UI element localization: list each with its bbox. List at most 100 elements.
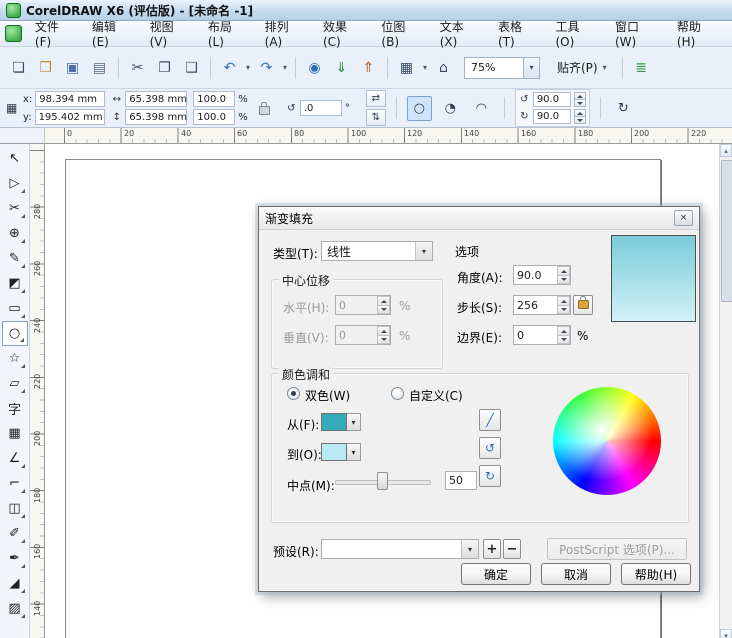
ruler-origin-corner[interactable] bbox=[0, 128, 45, 144]
menu-file[interactable]: 文件(F) bbox=[27, 15, 83, 52]
menu-layout[interactable]: 布局(L) bbox=[200, 15, 256, 52]
polygon-tool[interactable]: ☆ bbox=[2, 346, 28, 371]
start-angle-field[interactable]: 90.0 bbox=[532, 92, 571, 107]
pick-tool[interactable]: ↖ bbox=[2, 146, 28, 171]
chevron-down-icon[interactable]: ▾ bbox=[461, 540, 478, 558]
ellipse-tool[interactable]: ○ bbox=[1, 321, 28, 346]
paste-icon[interactable]: ❑ bbox=[179, 55, 204, 80]
eyedropper-tool[interactable]: ✐ bbox=[2, 521, 28, 546]
dimension-tool[interactable]: ∠ bbox=[2, 446, 28, 471]
midpoint-field[interactable]: 50 bbox=[445, 471, 477, 490]
redo-dropdown-icon[interactable]: ▾ bbox=[281, 63, 289, 72]
text-tool[interactable]: 字 bbox=[2, 396, 28, 421]
spin-down-icon[interactable] bbox=[557, 305, 570, 314]
add-preset-button[interactable]: + bbox=[483, 539, 501, 559]
menu-window[interactable]: 窗口(W) bbox=[607, 15, 668, 52]
spinner[interactable] bbox=[557, 266, 570, 284]
open-icon[interactable]: ❒ bbox=[33, 55, 58, 80]
menu-table[interactable]: 表格(T) bbox=[490, 15, 546, 52]
two-color-radio[interactable] bbox=[287, 387, 300, 400]
launcher-dropdown-icon[interactable]: ▾ bbox=[421, 63, 429, 72]
smart-fill-tool[interactable]: ◩ bbox=[2, 271, 28, 296]
to-color-picker[interactable]: ▾ bbox=[321, 443, 361, 461]
to-color-swatch[interactable] bbox=[321, 443, 347, 461]
spin-down-icon[interactable] bbox=[573, 100, 586, 107]
gradient-preview[interactable] bbox=[611, 235, 696, 322]
copy-icon[interactable]: ❐ bbox=[152, 55, 177, 80]
scrollbar-thumb[interactable] bbox=[721, 160, 732, 302]
steps-field[interactable]: 256 bbox=[513, 295, 571, 315]
chevron-down-icon[interactable]: ▾ bbox=[415, 242, 432, 260]
clockwise-path-button[interactable]: ↻ bbox=[479, 465, 501, 487]
rectangle-tool[interactable]: ▭ bbox=[2, 296, 28, 321]
spinner[interactable] bbox=[557, 326, 570, 344]
direct-path-button[interactable]: ╱ bbox=[479, 409, 501, 431]
blend-tool[interactable]: ◫ bbox=[2, 496, 28, 521]
edge-pad-field[interactable]: 0 bbox=[513, 325, 571, 345]
menu-arrange[interactable]: 排列(A) bbox=[257, 15, 314, 52]
from-color-picker[interactable]: ▾ bbox=[321, 413, 361, 431]
dialog-close-button[interactable]: × bbox=[674, 210, 693, 226]
chevron-down-icon[interactable]: ▾ bbox=[347, 413, 361, 431]
help-button[interactable]: 帮助(H) bbox=[621, 563, 691, 585]
options-icon[interactable]: ≣ bbox=[629, 55, 654, 80]
welcome-screen-icon[interactable]: ⌂ bbox=[431, 55, 456, 80]
scale-x-field[interactable]: 100.0 bbox=[193, 91, 236, 107]
pie-mode-button[interactable]: ◔ bbox=[438, 96, 463, 121]
shape-tool[interactable]: ▷ bbox=[2, 171, 28, 196]
interactive-fill-tool[interactable]: ▨ bbox=[2, 596, 28, 621]
ok-button[interactable]: 确定 bbox=[461, 563, 531, 585]
gradient-type-combo[interactable]: 线性 ▾ bbox=[321, 241, 433, 261]
new-document-icon[interactable]: ❏ bbox=[6, 55, 31, 80]
steps-lock-button[interactable] bbox=[573, 295, 593, 315]
outline-pen-tool[interactable]: ✒ bbox=[2, 546, 28, 571]
menu-edit[interactable]: 编辑(E) bbox=[84, 15, 141, 52]
slider-thumb[interactable] bbox=[377, 472, 388, 490]
spinner[interactable] bbox=[557, 296, 570, 314]
end-angle-field[interactable]: 90.0 bbox=[532, 109, 571, 124]
spinner[interactable] bbox=[573, 109, 586, 124]
print-icon[interactable]: ▤ bbox=[87, 55, 112, 80]
y-position-field[interactable]: 195.402 mm bbox=[34, 109, 105, 125]
spin-down-icon[interactable] bbox=[557, 335, 570, 344]
basic-shapes-tool[interactable]: ▱ bbox=[2, 371, 28, 396]
mirror-horizontal-button[interactable]: ⇄ bbox=[365, 90, 386, 107]
rotation-angle-field[interactable]: .0 bbox=[299, 100, 342, 116]
object-width-field[interactable]: 65.398 mm bbox=[125, 91, 188, 107]
spin-up-icon[interactable] bbox=[557, 296, 570, 306]
spin-up-icon[interactable] bbox=[573, 109, 586, 117]
midpoint-slider[interactable] bbox=[335, 471, 431, 491]
connector-tool[interactable]: ⌐ bbox=[2, 471, 28, 496]
menu-bitmaps[interactable]: 位图(B) bbox=[373, 15, 430, 52]
undo-dropdown-icon[interactable]: ▾ bbox=[244, 63, 252, 72]
zoom-level-combo[interactable]: 75% ▾ bbox=[464, 56, 540, 79]
freehand-tool[interactable]: ✎ bbox=[2, 246, 28, 271]
object-height-field[interactable]: 65.398 mm bbox=[125, 109, 188, 125]
counterclockwise-path-button[interactable]: ↺ bbox=[479, 437, 501, 459]
zoom-tool[interactable]: ⊕ bbox=[2, 221, 28, 246]
table-tool[interactable]: ▦ bbox=[2, 421, 28, 446]
arc-mode-button[interactable]: ◠ bbox=[469, 96, 494, 121]
spin-up-icon[interactable] bbox=[557, 266, 570, 276]
cancel-button[interactable]: 取消 bbox=[541, 563, 611, 585]
menu-view[interactable]: 视图(V) bbox=[142, 15, 199, 52]
vertical-ruler[interactable]: 280 260 240 220 200 180 160 140 bbox=[30, 144, 45, 638]
crop-tool[interactable]: ✂ bbox=[2, 196, 28, 221]
mirror-vertical-button[interactable]: ⇅ bbox=[365, 109, 386, 126]
x-position-field[interactable]: 98.394 mm bbox=[35, 91, 106, 107]
vertical-scrollbar[interactable]: ▴ ▾ bbox=[719, 144, 732, 638]
horizontal-ruler[interactable]: 0 20 40 60 80 100 120 140 160 180 200 22… bbox=[45, 128, 732, 144]
corel-logo-icon[interactable] bbox=[5, 25, 22, 42]
swap-direction-button[interactable]: ↻ bbox=[611, 96, 636, 121]
undo-icon[interactable]: ↶ bbox=[217, 55, 242, 80]
import-icon[interactable]: ⇓ bbox=[329, 55, 354, 80]
search-content-icon[interactable]: ◉ bbox=[302, 55, 327, 80]
cut-icon[interactable]: ✂ bbox=[125, 55, 150, 80]
export-icon[interactable]: ⇑ bbox=[356, 55, 381, 80]
lock-ratio-button[interactable] bbox=[254, 96, 276, 121]
zoom-dropdown-icon[interactable]: ▾ bbox=[523, 57, 539, 78]
scroll-down-icon[interactable]: ▾ bbox=[720, 629, 732, 638]
spin-down-icon[interactable] bbox=[557, 275, 570, 284]
spin-up-icon[interactable] bbox=[573, 92, 586, 100]
spinner[interactable] bbox=[573, 92, 586, 107]
